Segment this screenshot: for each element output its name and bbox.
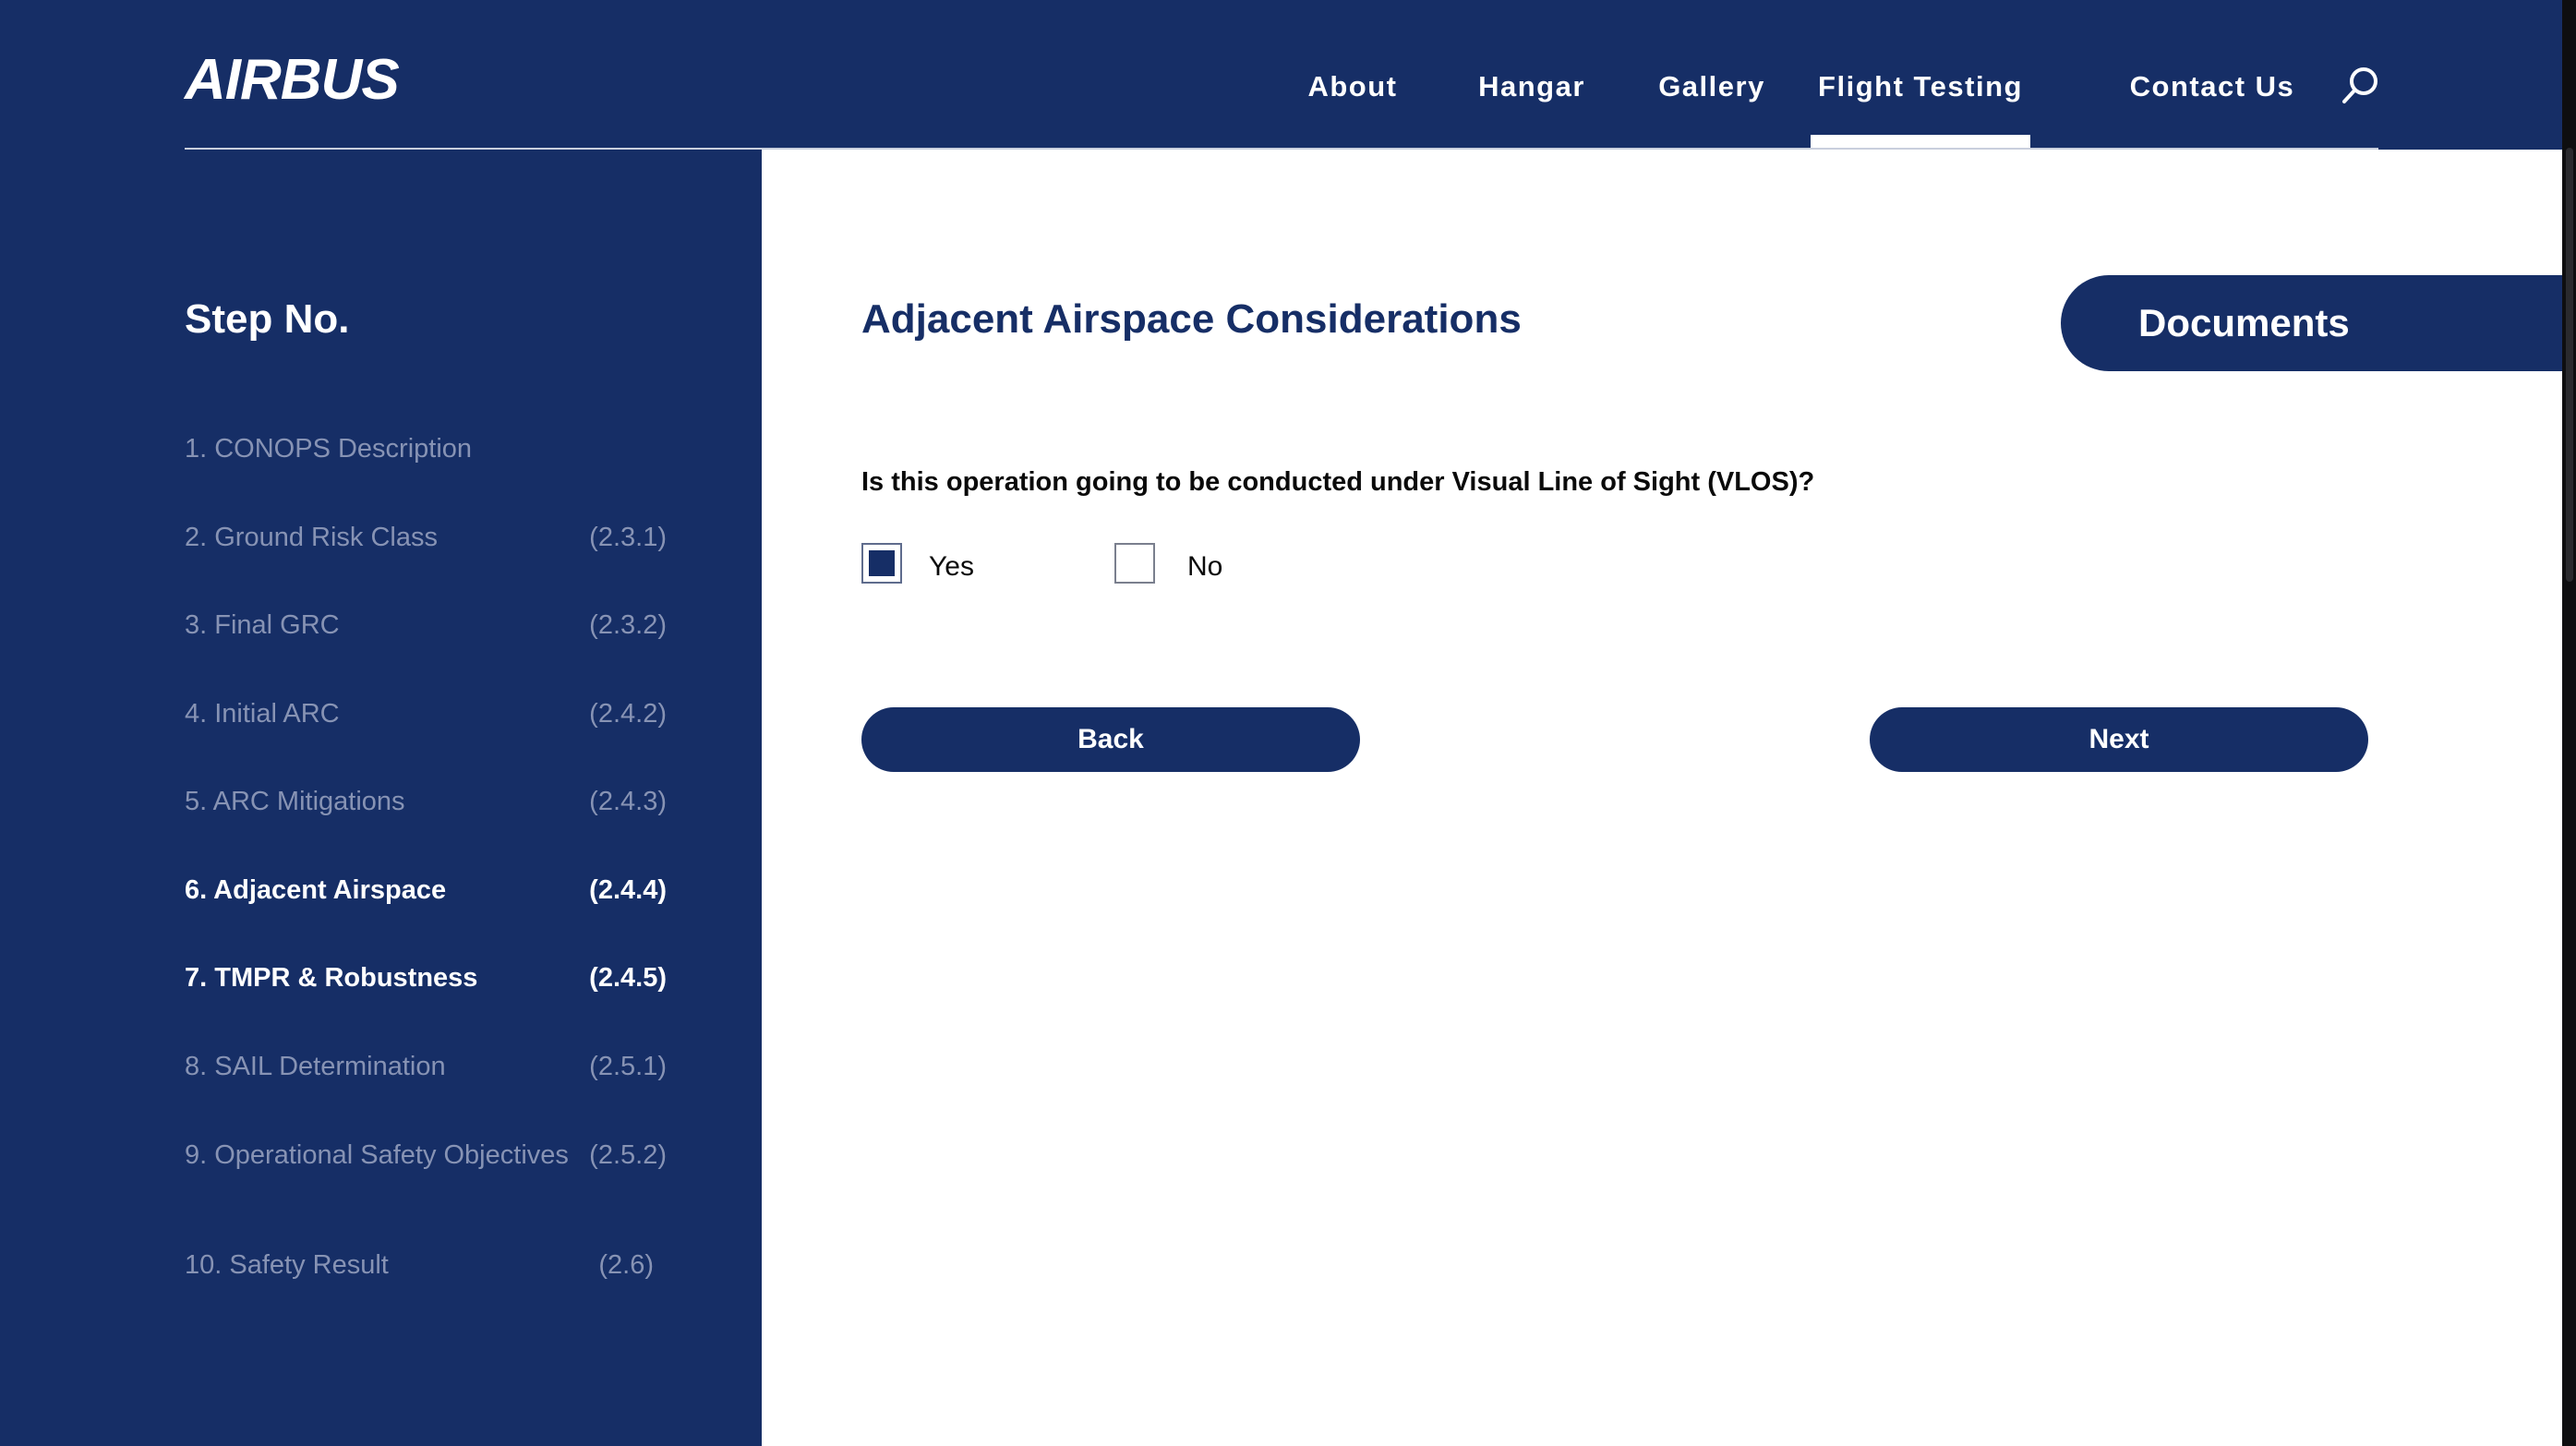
checkbox-check-mark [869, 550, 895, 576]
search-button[interactable] [2340, 65, 2382, 107]
step-label: 10. Safety Result [185, 1250, 389, 1280]
step-label: 4. Initial ARC [185, 699, 340, 729]
nav-hangar[interactable]: Hangar [1453, 65, 1610, 109]
documents-button[interactable]: Documents [2061, 275, 2576, 371]
step-adjacent-airspace[interactable]: 6. Adjacent Airspace (2.4.4) [185, 867, 683, 913]
step-label: 2. Ground Risk Class [185, 523, 438, 552]
no-checkbox[interactable] [1114, 543, 1155, 584]
step-label: 9. Operational Safety Objectives [185, 1140, 569, 1170]
nav-gallery[interactable]: Gallery [1638, 65, 1786, 109]
sidebar-title: Step No. [185, 296, 350, 342]
step-final-grc[interactable]: 3. Final GRC (2.3.2) [185, 602, 683, 648]
nav-flight-testing[interactable]: Flight Testing [1812, 65, 2029, 109]
step-label: 8. SAIL Determination [185, 1052, 446, 1081]
nav-about[interactable]: About [1283, 65, 1422, 109]
step-label: 1. CONOPS Description [185, 434, 473, 464]
airbus-logo[interactable]: AIRBUS [185, 46, 400, 114]
step-ground-risk-class[interactable]: 2. Ground Risk Class (2.3.1) [185, 514, 683, 560]
vlos-question: Is this operation going to be conducted … [861, 467, 1815, 497]
step-code: (2.5.2) [589, 1140, 667, 1170]
app-frame: AIRBUS About Hangar Gallery Flight Testi… [0, 0, 2576, 1446]
step-label: 7. TMPR & Robustness [185, 963, 478, 993]
step-code: (2.4.2) [589, 699, 667, 729]
yes-label: Yes [929, 551, 974, 582]
step-code: (2.4.3) [589, 787, 667, 816]
search-icon [2342, 67, 2377, 103]
step-code: (2.4.5) [589, 963, 667, 993]
step-sail-determination[interactable]: 8. SAIL Determination (2.5.1) [185, 1043, 683, 1090]
scrollbar-thumb[interactable] [2566, 148, 2573, 582]
step-code: (2.5.1) [589, 1052, 667, 1081]
next-button[interactable]: Next [1870, 707, 2368, 772]
step-operational-safety-objectives[interactable]: 9. Operational Safety Objectives (2.5.2) [185, 1132, 683, 1178]
step-code: (2.3.1) [589, 523, 667, 552]
step-initial-arc[interactable]: 4. Initial ARC (2.4.2) [185, 691, 683, 737]
step-label: 6. Adjacent Airspace [185, 875, 447, 905]
step-arc-mitigations[interactable]: 5. ARC Mitigations (2.4.3) [185, 778, 683, 825]
step-conops-description[interactable]: 1. CONOPS Description [185, 426, 683, 472]
nav-contact-us[interactable]: Contact Us [2103, 65, 2321, 109]
no-label: No [1187, 551, 1223, 582]
step-label: 3. Final GRC [185, 610, 340, 640]
yes-checkbox[interactable] [861, 543, 902, 584]
step-code: (2.6) [598, 1250, 654, 1280]
page-title: Adjacent Airspace Considerations [861, 296, 1522, 342]
back-button[interactable]: Back [861, 707, 1360, 772]
step-code: (2.4.4) [589, 875, 667, 905]
top-navigation-bar: AIRBUS About Hangar Gallery Flight Testi… [0, 0, 2562, 150]
window-scrollbar[interactable] [2562, 0, 2576, 1446]
step-tmpr-robustness[interactable]: 7. TMPR & Robustness (2.4.5) [185, 955, 683, 1001]
step-code: (2.3.2) [589, 610, 667, 640]
step-label: 5. ARC Mitigations [185, 787, 405, 816]
step-safety-result[interactable]: 10. Safety Result (2.6) [185, 1242, 683, 1288]
